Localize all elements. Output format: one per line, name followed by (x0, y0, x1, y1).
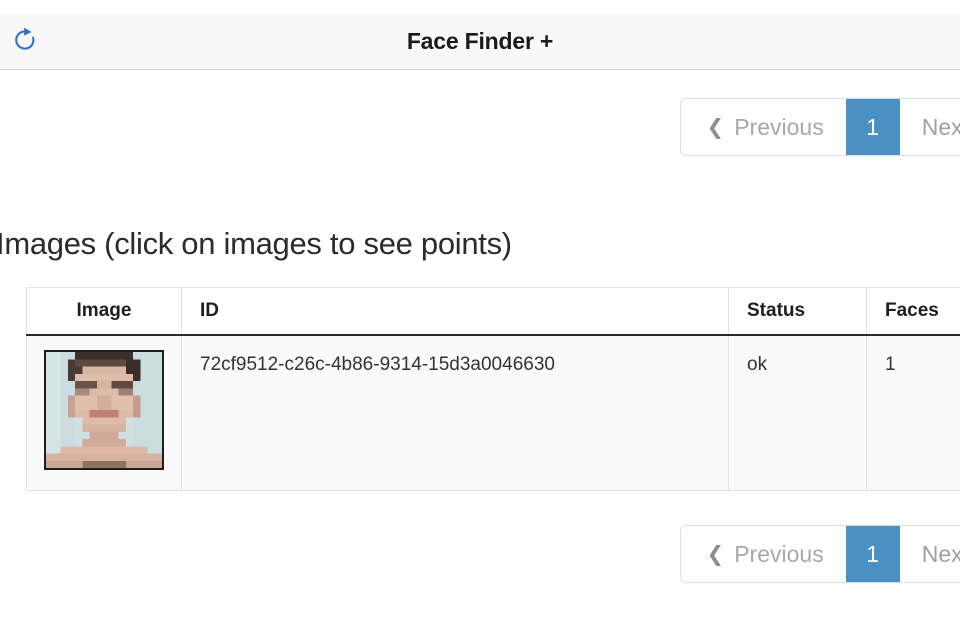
face-thumbnail-image[interactable] (44, 350, 164, 470)
cell-status: ok (728, 335, 867, 491)
pagination-next-button[interactable]: Next (899, 99, 960, 155)
column-header-faces: Faces (866, 287, 960, 336)
pagination-page-1-label: 1 (866, 113, 880, 140)
table-body: 72cf9512-c26c-4b86-9314-15d3a0046630 ok … (26, 335, 960, 491)
cell-image (26, 335, 182, 491)
table-row[interactable]: 72cf9512-c26c-4b86-9314-15d3a0046630 ok … (26, 335, 960, 491)
refresh-button[interactable] (8, 25, 42, 59)
pagination-next-label: Next (921, 113, 960, 140)
cell-id: 72cf9512-c26c-4b86-9314-15d3a0046630 (181, 335, 729, 491)
cell-faces: 1 (866, 335, 960, 491)
pagination-bottom: ❮ Previous 1 Next (679, 525, 960, 583)
pagination-previous-button[interactable]: ❮ Previous (680, 99, 846, 155)
pagination-page-1-button[interactable]: 1 (845, 99, 900, 155)
app-header-bar: Face Finder + (0, 14, 960, 70)
column-header-status: Status (728, 287, 867, 336)
pagination-top-row: ❮ Previous 1 Next (0, 98, 960, 156)
column-header-id: ID (181, 287, 729, 336)
pagination-bottom-previous-button[interactable]: ❮ Previous (680, 526, 846, 582)
pagination-top: ❮ Previous 1 Next (679, 98, 960, 156)
table-header: Image ID Status Faces (26, 287, 960, 336)
column-header-image: Image (26, 287, 182, 336)
images-table-container: Image ID Status Faces 72cf9512-c26c-4b86… (26, 287, 960, 491)
page-title: Face Finder + (406, 28, 554, 54)
pagination-bottom-previous-label: Previous (734, 540, 824, 567)
pagination-bottom-next-label: Next (921, 540, 960, 567)
pagination-bottom-row: ❮ Previous 1 Next (0, 525, 960, 583)
pagination-bottom-next-button[interactable]: Next (899, 526, 960, 582)
pagination-previous-label: Previous (734, 113, 824, 140)
chevron-left-icon: ❮ (706, 115, 725, 139)
chevron-left-icon: ❮ (706, 542, 725, 566)
pagination-bottom-page-1-button[interactable]: 1 (845, 526, 900, 582)
images-table: Image ID Status Faces 72cf9512-c26c-4b86… (26, 287, 960, 491)
section-heading: Images (click on images to see points) (0, 226, 512, 261)
pagination-bottom-page-1-label: 1 (866, 540, 880, 567)
table-header-row: Image ID Status Faces (26, 287, 960, 336)
refresh-icon (12, 27, 38, 56)
